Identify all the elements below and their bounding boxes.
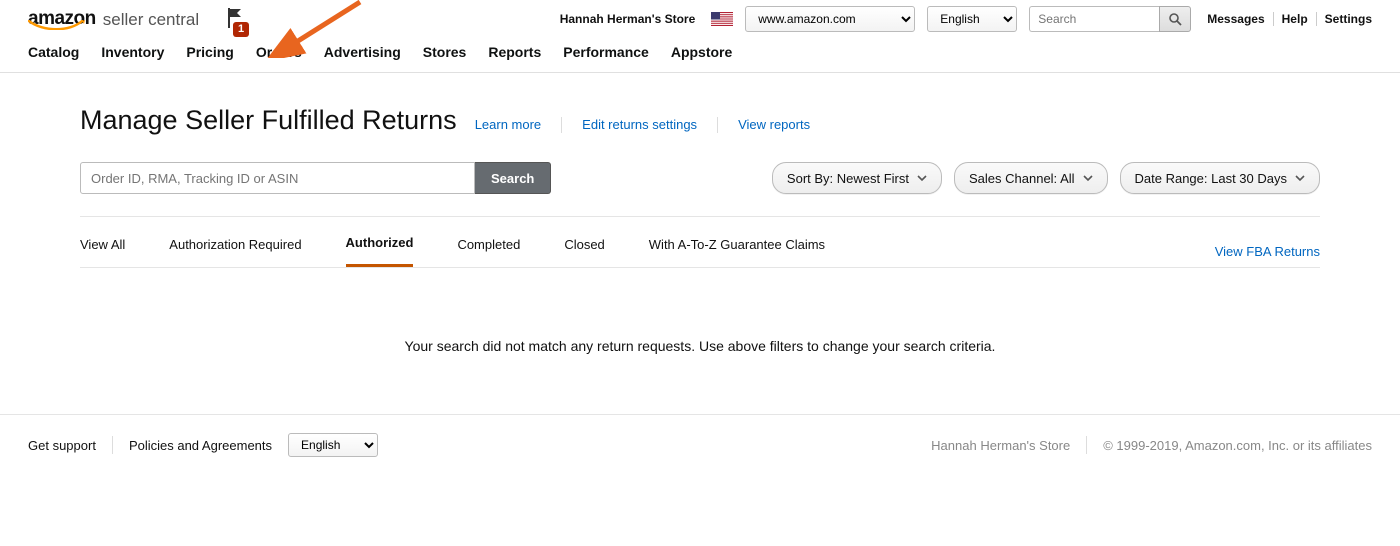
filter-row: Search Sort By: Newest First Sales Chann… (80, 162, 1320, 194)
global-search-button[interactable] (1159, 6, 1191, 32)
separator (112, 436, 113, 454)
separator (561, 117, 562, 133)
sales-channel-dropdown[interactable]: Sales Channel: All (954, 162, 1108, 194)
notification-flag[interactable]: 1 (225, 7, 243, 29)
nav-appstore[interactable]: Appstore (671, 44, 732, 60)
nav-pricing[interactable]: Pricing (186, 44, 233, 60)
settings-link[interactable]: Settings (1325, 12, 1372, 26)
view-reports-link[interactable]: View reports (738, 117, 810, 132)
top-utility-links: Messages Help Settings (1207, 12, 1372, 26)
locale-flag-icon (711, 12, 733, 26)
status-tabs: View All Authorization Required Authoriz… (80, 217, 1320, 267)
nav-inventory[interactable]: Inventory (101, 44, 164, 60)
page-header: Manage Seller Fulfilled Returns Learn mo… (80, 105, 1320, 136)
marketplace-select[interactable]: www.amazon.com (745, 6, 915, 32)
chevron-down-icon (1083, 173, 1093, 183)
messages-link[interactable]: Messages (1207, 12, 1264, 26)
date-range-label: Date Range: Last 30 Days (1135, 171, 1287, 186)
search-icon (1169, 13, 1182, 26)
policies-link[interactable]: Policies and Agreements (129, 438, 272, 453)
learn-more-link[interactable]: Learn more (475, 117, 541, 132)
footer: Get support Policies and Agreements Engl… (0, 414, 1400, 475)
page-content: Manage Seller Fulfilled Returns Learn mo… (40, 73, 1360, 404)
edit-returns-settings-link[interactable]: Edit returns settings (582, 117, 697, 132)
chevron-down-icon (917, 173, 927, 183)
separator (1273, 12, 1274, 26)
tab-authorization-required[interactable]: Authorization Required (169, 237, 301, 266)
nav-reports[interactable]: Reports (488, 44, 541, 60)
tab-a-to-z[interactable]: With A-To-Z Guarantee Claims (649, 237, 825, 266)
separator (717, 117, 718, 133)
primary-nav: Catalog Inventory Pricing Orders Adverti… (0, 34, 1400, 73)
sort-by-dropdown[interactable]: Sort By: Newest First (772, 162, 942, 194)
empty-results-message: Your search did not match any return req… (80, 268, 1320, 404)
nav-stores[interactable]: Stores (423, 44, 467, 60)
tab-authorized[interactable]: Authorized (346, 235, 414, 267)
help-link[interactable]: Help (1282, 12, 1308, 26)
footer-copyright: © 1999-2019, Amazon.com, Inc. or its aff… (1103, 438, 1372, 453)
footer-language-select[interactable]: English (288, 433, 378, 457)
returns-search: Search (80, 162, 551, 194)
nav-performance[interactable]: Performance (563, 44, 649, 60)
notification-count: 1 (233, 22, 249, 37)
footer-store-name: Hannah Herman's Store (931, 438, 1070, 453)
global-search (1029, 6, 1191, 32)
nav-catalog[interactable]: Catalog (28, 44, 79, 60)
separator (1316, 12, 1317, 26)
get-support-link[interactable]: Get support (28, 438, 96, 453)
chevron-down-icon (1295, 173, 1305, 183)
tab-completed[interactable]: Completed (457, 237, 520, 266)
sales-channel-label: Sales Channel: All (969, 171, 1075, 186)
nav-orders[interactable]: Orders (256, 44, 302, 60)
page-title: Manage Seller Fulfilled Returns (80, 105, 457, 136)
separator (1086, 436, 1087, 454)
amazon-smile-icon (28, 20, 86, 30)
view-fba-returns-link[interactable]: View FBA Returns (1215, 244, 1320, 259)
sort-by-label: Sort By: Newest First (787, 171, 909, 186)
returns-search-input[interactable] (80, 162, 475, 194)
tab-view-all[interactable]: View All (80, 237, 125, 266)
global-search-input[interactable] (1029, 6, 1159, 32)
store-name: Hannah Herman's Store (560, 12, 696, 26)
nav-advertising[interactable]: Advertising (324, 44, 401, 60)
logo-sellercentral-text: seller central (103, 10, 199, 30)
top-bar: amazon seller central 1 Hannah Herman's … (0, 0, 1400, 34)
seller-central-logo[interactable]: amazon seller central (28, 8, 199, 30)
returns-search-button[interactable]: Search (475, 162, 551, 194)
date-range-dropdown[interactable]: Date Range: Last 30 Days (1120, 162, 1320, 194)
language-select[interactable]: English (927, 6, 1017, 32)
tab-closed[interactable]: Closed (564, 237, 604, 266)
